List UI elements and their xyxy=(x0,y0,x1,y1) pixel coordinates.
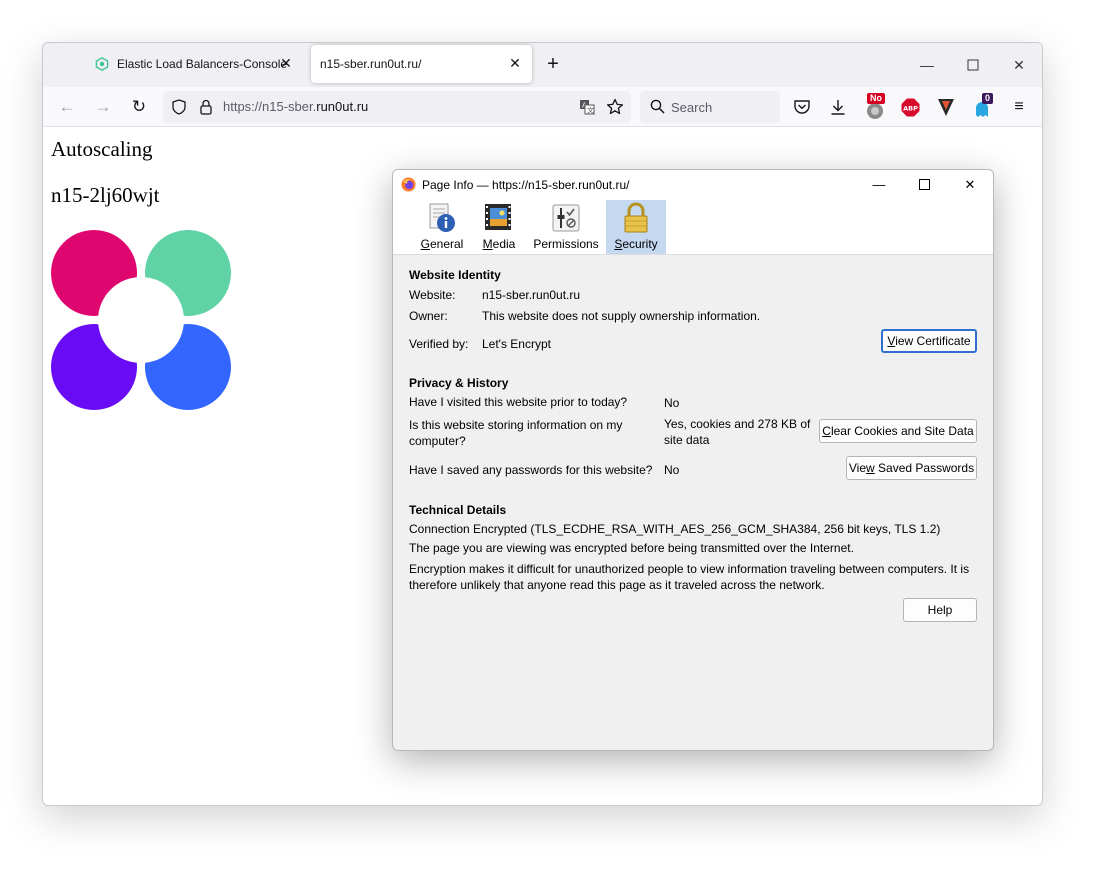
clear-cookies-button[interactable]: Clear Cookies and Site Data xyxy=(819,419,977,443)
lock-icon[interactable] xyxy=(199,99,213,115)
dialog-title: Page Info — https://n15-sber.run0ut.ru/ xyxy=(422,178,630,192)
maximize-icon[interactable] xyxy=(961,53,985,77)
website-identity-heading: Website Identity xyxy=(409,268,501,282)
tab-strip: Elastic Load Balancers-Console ✕ n15-sbe… xyxy=(43,43,1042,87)
navigation-toolbar: ← → ↻ https://n15-sber.run0ut.ru A 文 Sea… xyxy=(43,87,1042,127)
ghostery-extension-icon[interactable]: 0 xyxy=(973,93,999,121)
tab-security[interactable]: Security xyxy=(606,200,666,254)
close-tab-icon[interactable]: ✕ xyxy=(277,54,295,72)
search-icon xyxy=(650,99,665,114)
vivaldi-extension-icon[interactable] xyxy=(937,98,955,117)
visited-question: Have I visited this website prior to tod… xyxy=(409,395,628,409)
svg-text:文: 文 xyxy=(587,106,594,115)
passwords-question: Have I saved any passwords for this webs… xyxy=(409,463,653,477)
verified-by-value: Let's Encrypt xyxy=(482,337,551,351)
menu-hamburger-icon[interactable]: ≡ xyxy=(1005,93,1033,121)
back-arrow-icon[interactable]: ← xyxy=(53,93,81,121)
translate-icon[interactable]: A 文 xyxy=(579,99,595,115)
page-info-dialog: Page Info — https://n15-sber.run0ut.ru/ … xyxy=(392,169,994,751)
verified-by-label: Verified by: xyxy=(409,337,469,351)
padlock-icon xyxy=(624,202,648,233)
technical-details-heading: Technical Details xyxy=(409,503,507,517)
privacy-history-heading: Privacy & History xyxy=(409,376,509,390)
pocket-icon[interactable] xyxy=(793,99,811,116)
logo-center-hole xyxy=(98,277,184,363)
website-value: n15-sber.run0ut.ru xyxy=(482,288,581,302)
forward-arrow-icon[interactable]: → xyxy=(89,93,117,121)
dialog-maximize-icon[interactable] xyxy=(910,175,938,195)
encrypted-transmission-text: The page you are viewing was encrypted b… xyxy=(409,541,854,555)
reload-icon[interactable]: ↻ xyxy=(125,93,153,121)
url-text: https://n15-sber.run0ut.ru xyxy=(223,99,369,114)
view-certificate-button[interactable]: View Certificate xyxy=(881,329,977,353)
search-bar[interactable]: Search xyxy=(640,91,780,123)
tab-permissions[interactable]: Permissions xyxy=(532,200,600,254)
page-heading: Autoscaling xyxy=(51,137,153,161)
search-placeholder: Search xyxy=(671,100,713,115)
autoscaling-logo xyxy=(51,230,231,410)
view-saved-passwords-button[interactable]: View Saved Passwords xyxy=(846,456,977,480)
dialog-minimize-icon[interactable]: — xyxy=(865,175,893,195)
encryption-explanation-text: Encryption makes it difficult for unauth… xyxy=(409,562,970,592)
media-filmstrip-icon xyxy=(485,204,511,230)
general-info-icon xyxy=(429,203,455,232)
shield-icon[interactable] xyxy=(171,99,187,115)
tab-elastic-load-balancers[interactable]: Elastic Load Balancers-Console ✕ xyxy=(85,45,303,83)
tab-general[interactable]: General xyxy=(418,200,466,254)
noscript-extension-icon[interactable]: No xyxy=(865,93,891,121)
svg-text:ABP: ABP xyxy=(903,105,918,113)
close-window-icon[interactable]: ✕ xyxy=(1007,53,1031,77)
help-button[interactable]: Help xyxy=(903,598,977,622)
tab-label: Elastic Load Balancers-Console xyxy=(117,57,288,71)
bookmark-star-icon[interactable] xyxy=(606,98,624,116)
tab-current-page[interactable]: n15-sber.run0ut.ru/ ✕ xyxy=(311,45,532,83)
no-badge: No xyxy=(867,93,885,104)
dialog-header: Page Info — https://n15-sber.run0ut.ru/ … xyxy=(393,170,993,255)
tab-label: n15-sber.run0ut.ru/ xyxy=(320,57,422,71)
cloud-console-favicon-icon xyxy=(95,57,109,71)
website-label: Website: xyxy=(409,288,456,302)
connection-encrypted-text: Connection Encrypted (TLS_ECDHE_RSA_WITH… xyxy=(409,522,941,536)
minimize-icon[interactable]: — xyxy=(915,53,939,77)
owner-label: Owner: xyxy=(409,309,448,323)
owner-value: This website does not supply ownership i… xyxy=(482,309,761,323)
passwords-answer: No xyxy=(664,463,680,477)
dialog-close-icon[interactable]: ✕ xyxy=(956,175,984,195)
address-bar[interactable]: https://n15-sber.run0ut.ru A 文 xyxy=(163,91,631,123)
downloads-icon[interactable] xyxy=(829,98,847,116)
tab-media[interactable]: Media xyxy=(476,200,522,254)
count-badge: 0 xyxy=(982,93,994,104)
firefox-icon xyxy=(401,177,416,192)
storing-question: Is this website storing information on m… xyxy=(409,418,623,448)
permissions-icon xyxy=(552,204,580,232)
new-tab-button[interactable]: + xyxy=(541,53,565,77)
instance-id-text: n15-2lj60wjt xyxy=(51,183,160,207)
visited-answer: No xyxy=(664,396,680,410)
close-tab-icon[interactable]: ✕ xyxy=(506,54,524,72)
adblock-plus-icon[interactable]: ABP xyxy=(901,98,920,117)
storing-answer: Yes, cookies and 278 KB of site data xyxy=(664,417,811,447)
